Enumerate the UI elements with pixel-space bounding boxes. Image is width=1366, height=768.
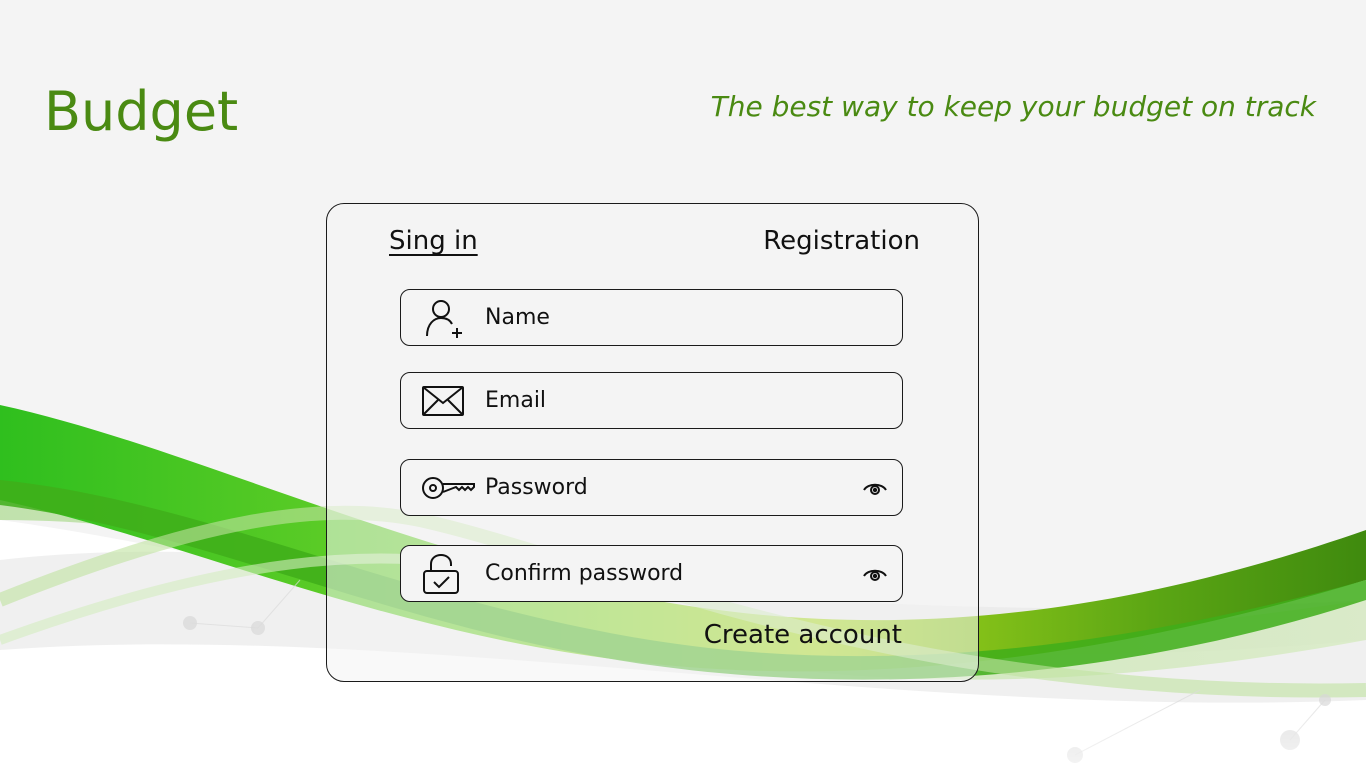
tab-sign-in[interactable]: Sing in bbox=[389, 226, 478, 256]
registration-page: Budget The best way to keep your budget … bbox=[0, 0, 1366, 768]
registration-card: Sing in Registration Name Email Create a… bbox=[326, 203, 979, 682]
add-user-icon bbox=[421, 296, 465, 340]
key-icon bbox=[421, 474, 477, 502]
unlock-check-icon bbox=[421, 553, 461, 595]
password-field[interactable] bbox=[400, 459, 903, 516]
eye-icon[interactable] bbox=[862, 479, 888, 497]
brand-title: Budget bbox=[44, 80, 239, 143]
eye-icon[interactable] bbox=[862, 565, 888, 583]
email-input[interactable] bbox=[485, 381, 842, 420]
envelope-icon bbox=[421, 385, 465, 417]
create-account-button[interactable]: Create account bbox=[704, 620, 902, 650]
email-field[interactable] bbox=[400, 372, 903, 429]
tagline: The best way to keep your budget on trac… bbox=[710, 90, 1316, 123]
name-field[interactable] bbox=[400, 289, 903, 346]
confirm-password-field[interactable] bbox=[400, 545, 903, 602]
name-input[interactable] bbox=[485, 298, 842, 337]
tab-registration[interactable]: Registration bbox=[763, 226, 920, 256]
password-input[interactable] bbox=[485, 468, 842, 507]
confirm-password-input[interactable] bbox=[485, 554, 842, 593]
